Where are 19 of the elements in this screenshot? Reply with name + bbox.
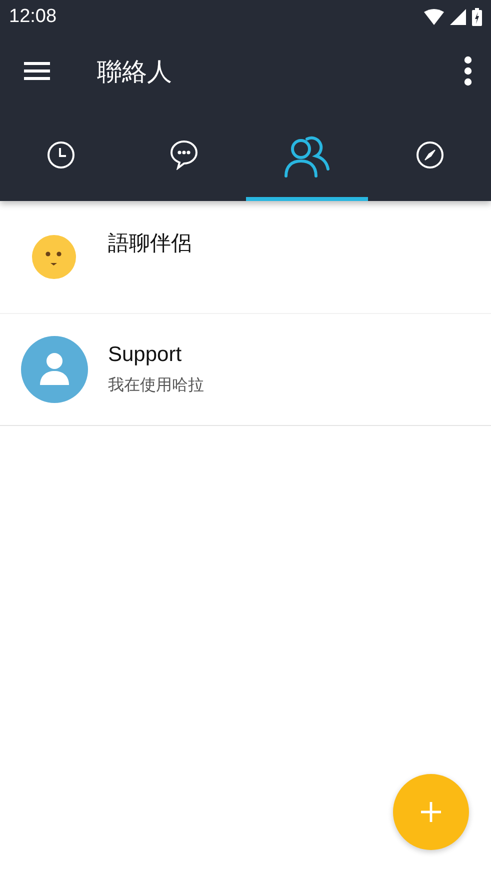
- signal-icon: [450, 9, 466, 25]
- contact-item[interactable]: Support 我在使用哈拉: [0, 314, 491, 426]
- contact-item[interactable]: 語聊伴侶: [0, 201, 491, 314]
- person-avatar-icon: [20, 336, 88, 403]
- more-options-icon[interactable]: [464, 56, 472, 86]
- contact-status: 我在使用哈拉: [108, 376, 204, 396]
- menu-icon[interactable]: [24, 62, 50, 80]
- plus-icon: [421, 802, 441, 822]
- toolbar-title: 聯絡人: [97, 56, 173, 88]
- wifi-icon: [424, 9, 444, 25]
- smiley-icon: [31, 234, 77, 280]
- contact-name: 語聊伴侶: [108, 231, 192, 257]
- compass-icon: [416, 140, 444, 168]
- add-button[interactable]: [393, 774, 469, 850]
- battery-icon: [472, 8, 482, 26]
- contact-name: Support: [108, 343, 183, 367]
- clock-icon: [47, 140, 76, 168]
- chat-icon: [170, 140, 198, 170]
- status-time: 12:08: [9, 6, 57, 28]
